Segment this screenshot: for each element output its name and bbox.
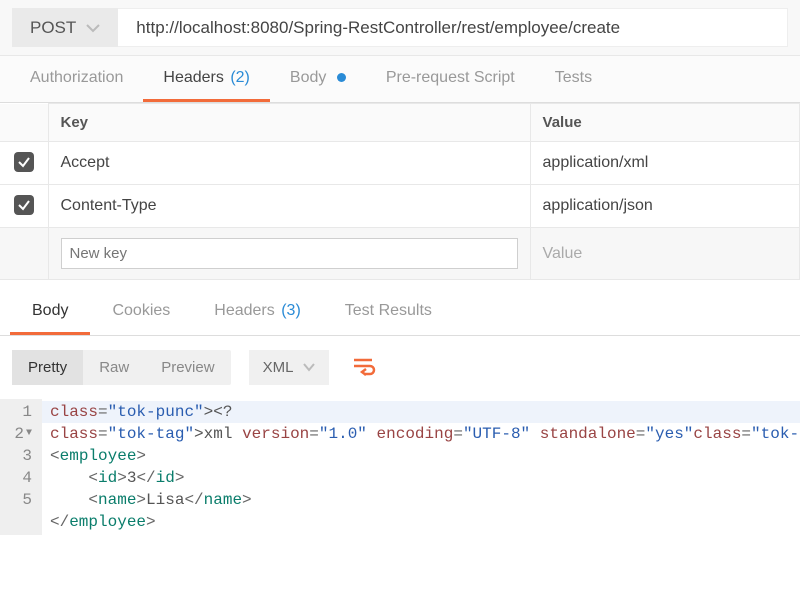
request-tabs: Authorization Headers (2) Body Pre-reque…: [0, 56, 800, 103]
format-label: XML: [263, 359, 294, 376]
btn-label: Raw: [99, 359, 129, 376]
new-key-input[interactable]: [61, 238, 518, 269]
wrap-icon: [352, 356, 376, 379]
new-value-placeholder: Value: [543, 245, 583, 262]
row-checkbox-empty: [0, 228, 48, 280]
resp-tab-headers[interactable]: Headers (3): [192, 290, 323, 335]
col-check: [0, 104, 48, 142]
tab-label: Body: [290, 69, 326, 86]
header-key: Content-Type: [61, 197, 157, 214]
modified-dot-icon: [337, 73, 346, 82]
tab-body[interactable]: Body: [270, 57, 366, 102]
header-key: Accept: [61, 154, 110, 171]
tab-label: Cookies: [112, 302, 170, 319]
view-toolbar: Pretty Raw Preview XML: [0, 336, 800, 399]
wrap-lines-button[interactable]: [347, 351, 381, 385]
tab-authorization[interactable]: Authorization: [10, 57, 143, 102]
method-selector[interactable]: POST: [12, 8, 118, 47]
tab-label: Headers: [214, 302, 274, 319]
response-body-viewer[interactable]: 1 2▼ 3 4 5 class="tok-punc"><?class="tok…: [0, 399, 800, 535]
view-preview-button[interactable]: Preview: [145, 350, 230, 385]
request-bar: POST http://localhost:8080/Spring-RestCo…: [0, 0, 800, 56]
fold-icon[interactable]: ▼: [26, 423, 32, 445]
url-text: http://localhost:8080/Spring-RestControl…: [136, 18, 620, 38]
table-row: Accept application/xml: [0, 142, 800, 185]
row-checkbox[interactable]: [14, 195, 34, 215]
tab-label: Test Results: [345, 302, 432, 319]
tab-label: Authorization: [30, 69, 123, 86]
col-value: Value: [530, 104, 799, 142]
header-key-cell[interactable]: Content-Type: [48, 185, 530, 228]
tab-prerequest[interactable]: Pre-request Script: [366, 57, 535, 102]
view-raw-button[interactable]: Raw: [83, 350, 145, 385]
header-value: application/json: [543, 197, 653, 214]
headers-table: Key Value Accept application/xml Content…: [0, 103, 800, 280]
resp-tab-cookies[interactable]: Cookies: [90, 290, 192, 335]
tab-label: Headers: [163, 69, 223, 86]
tab-label: Tests: [555, 69, 592, 86]
method-label: POST: [30, 18, 76, 38]
tab-tests[interactable]: Tests: [535, 57, 612, 102]
format-select[interactable]: XML: [249, 350, 330, 385]
new-value-cell[interactable]: Value: [530, 228, 799, 280]
table-row: Content-Type application/json: [0, 185, 800, 228]
view-mode-group: Pretty Raw Preview: [12, 350, 231, 385]
header-value: application/xml: [543, 154, 649, 171]
code-content: class="tok-punc"><?class="tok-tag">xml v…: [42, 399, 800, 535]
btn-label: Preview: [161, 359, 214, 376]
table-row-new: Value: [0, 228, 800, 280]
header-value-cell[interactable]: application/xml: [530, 142, 799, 185]
tab-count: (3): [281, 302, 301, 319]
tab-label: Body: [32, 302, 68, 319]
row-checkbox[interactable]: [14, 152, 34, 172]
chevron-down-icon: [303, 359, 315, 376]
url-input[interactable]: http://localhost:8080/Spring-RestControl…: [118, 8, 788, 47]
header-key-cell[interactable]: Accept: [48, 142, 530, 185]
view-pretty-button[interactable]: Pretty: [12, 350, 83, 385]
tab-label: Pre-request Script: [386, 69, 515, 86]
col-key: Key: [48, 104, 530, 142]
chevron-down-icon: [86, 23, 100, 33]
line-gutter: 1 2▼ 3 4 5: [0, 399, 42, 535]
new-key-cell[interactable]: [48, 228, 530, 280]
resp-tab-body[interactable]: Body: [10, 290, 90, 335]
table-header-row: Key Value: [0, 104, 800, 142]
tab-headers[interactable]: Headers (2): [143, 57, 270, 102]
resp-tab-test-results[interactable]: Test Results: [323, 290, 454, 335]
response-tabs: Body Cookies Headers (3) Test Results: [0, 290, 800, 336]
btn-label: Pretty: [28, 359, 67, 376]
header-value-cell[interactable]: application/json: [530, 185, 799, 228]
tab-count: (2): [230, 69, 250, 86]
